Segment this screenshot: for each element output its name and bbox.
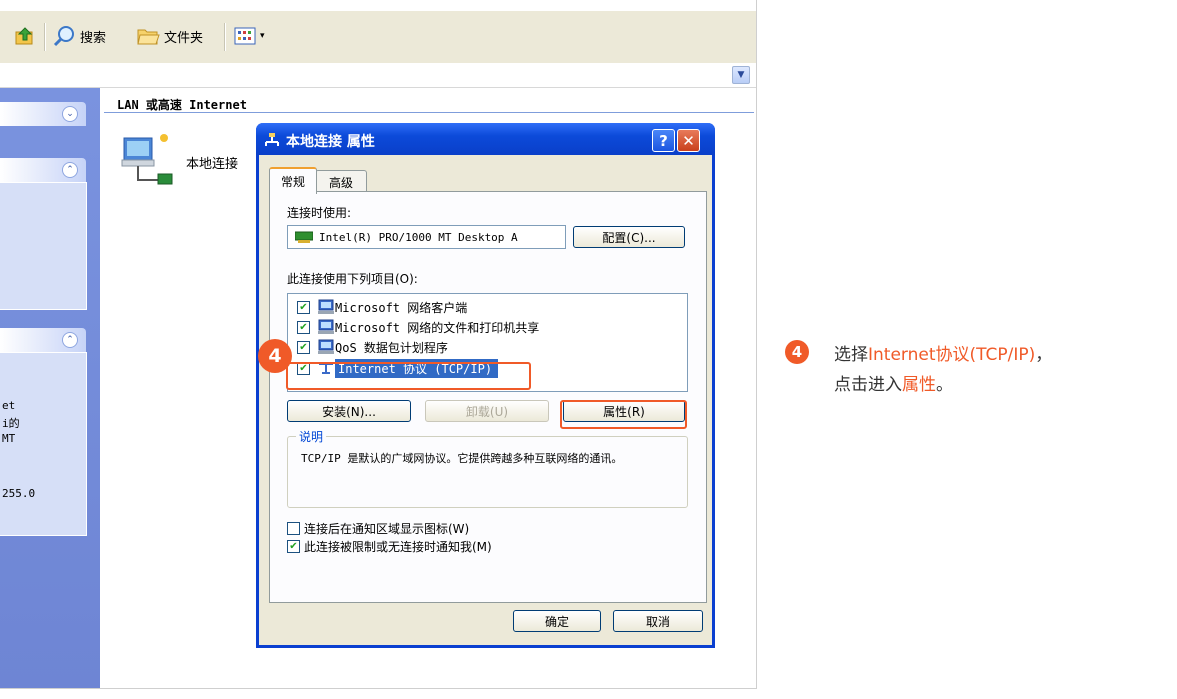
toolbar: 搜索 文件夹 ▾ xyxy=(0,11,756,64)
folder-icon xyxy=(137,29,160,45)
views-button[interactable]: ▾ xyxy=(234,25,265,47)
ok-button[interactable]: 确定 xyxy=(513,610,601,632)
general-tab-panel: 连接时使用: Intel(R) PRO/1000 MT Desktop A 配置… xyxy=(269,191,707,603)
item-label: Microsoft 网络客户端 xyxy=(335,301,468,315)
instruction-highlight: 属性 xyxy=(902,375,936,395)
toolbar-separator xyxy=(224,23,226,51)
connect-using-label: 连接时使用: xyxy=(287,206,352,220)
instruction-punct: 。 xyxy=(936,375,953,395)
network-icon xyxy=(265,133,279,146)
section-heading: LAN 或高速 Internet xyxy=(117,98,247,112)
cancel-button[interactable]: 取消 xyxy=(613,610,703,632)
details-section-header[interactable]: ⌃ xyxy=(0,328,86,352)
search-icon xyxy=(53,26,74,47)
task-section-header[interactable]: ⌄ xyxy=(0,102,86,126)
task-section-body xyxy=(0,182,87,310)
notify-label: 此连接被限制或无连接时通知我(M) xyxy=(304,540,492,554)
instruction-punct: ， xyxy=(1035,345,1053,365)
search-button[interactable]: 搜索 xyxy=(52,25,106,47)
search-label: 搜索 xyxy=(80,30,107,46)
item-label: Microsoft 网络的文件和打印机共享 xyxy=(335,321,540,335)
install-button[interactable]: 安装(N)... xyxy=(287,400,411,422)
highlight-tcpip-item xyxy=(286,362,531,390)
adapter-field: Intel(R) PRO/1000 MT Desktop A xyxy=(287,225,566,249)
instruction-prefix: 选择 xyxy=(834,345,868,365)
item-checkbox[interactable]: ✔ xyxy=(297,301,310,314)
highlight-properties-button xyxy=(560,400,687,429)
expand-chevron-icon[interactable]: ⌃ xyxy=(62,332,78,348)
chevron-down-icon: ▼ xyxy=(737,70,745,80)
expand-chevron-icon[interactable]: ⌃ xyxy=(62,162,78,178)
details-text: et xyxy=(2,399,16,412)
views-icon xyxy=(234,27,256,45)
tab-general[interactable]: 常规 xyxy=(269,167,317,194)
close-button[interactable]: ✕ xyxy=(677,129,700,152)
list-item[interactable]: ✔ Microsoft 网络客户端 xyxy=(288,297,687,317)
uninstall-button: 卸载(U) xyxy=(425,400,549,422)
details-text: i的 xyxy=(2,417,20,430)
description-title: 说明 xyxy=(296,428,327,445)
step-badge: 4 xyxy=(785,340,809,364)
item-label: QoS 数据包计划程序 xyxy=(335,341,448,355)
show-icon-option[interactable]: 连接后在通知区域显示图标(W) xyxy=(287,520,469,537)
step-badge: 4 xyxy=(258,339,292,373)
instruction-line-2: 点击进入属性。 xyxy=(834,370,1052,400)
details-section-body: et i的 MT 255.0 xyxy=(0,352,87,536)
task-section-header[interactable]: ⌃ xyxy=(0,158,86,182)
tab-advanced[interactable]: 高级 xyxy=(315,170,367,193)
show-icon-checkbox[interactable] xyxy=(287,522,300,535)
instruction-prefix: 点击进入 xyxy=(834,375,902,395)
task-pane: ⌄ ⌃ ⌃ et i的 MT 255.0 xyxy=(0,88,100,688)
client-icon xyxy=(318,299,334,314)
list-item[interactable]: ✔ Microsoft 网络的文件和打印机共享 xyxy=(288,317,687,337)
connection-label[interactable]: 本地连接 xyxy=(186,153,238,172)
item-checkbox[interactable]: ✔ xyxy=(297,321,310,334)
details-text: 255.0 xyxy=(2,487,36,500)
network-connection-icon[interactable] xyxy=(118,132,180,192)
up-folder-icon xyxy=(15,27,33,45)
folders-label: 文件夹 xyxy=(164,30,204,46)
toolbar-separator xyxy=(44,23,46,51)
notify-checkbox[interactable]: ✔ xyxy=(287,540,300,553)
divider xyxy=(104,112,754,113)
item-checkbox[interactable]: ✔ xyxy=(297,341,310,354)
help-button[interactable]: ? xyxy=(652,129,675,152)
notify-option[interactable]: ✔ 此连接被限制或无连接时通知我(M) xyxy=(287,538,492,555)
list-item[interactable]: ✔ QoS 数据包计划程序 xyxy=(288,337,687,357)
configure-button[interactable]: 配置(C)... xyxy=(573,226,685,248)
instruction-text: 选择Internet协议(TCP/IP)， 点击进入属性。 xyxy=(834,340,1052,400)
up-folder-button[interactable] xyxy=(14,25,36,47)
show-icon-label: 连接后在通知区域显示图标(W) xyxy=(304,522,470,536)
folders-button[interactable]: 文件夹 xyxy=(136,25,203,47)
details-text: MT xyxy=(2,432,16,445)
file-sharing-icon xyxy=(318,319,334,334)
collapse-chevron-icon[interactable]: ⌄ xyxy=(62,106,78,122)
dialog-titlebar[interactable]: 本地连接 属性 ? ✕ xyxy=(256,123,715,155)
items-label: 此连接使用下列项目(O): xyxy=(287,272,418,286)
adapter-name: Intel(R) PRO/1000 MT Desktop A xyxy=(319,230,518,244)
dialog-title: 本地连接 属性 xyxy=(286,134,375,150)
address-bar[interactable]: ▼ xyxy=(0,63,756,88)
qos-icon xyxy=(318,339,334,354)
dropdown-arrow-icon: ▾ xyxy=(260,31,265,41)
address-dropdown-button[interactable]: ▼ xyxy=(732,66,750,84)
description-text: TCP/IP 是默认的广域网协议。它提供跨越多种互联网络的通讯。 xyxy=(301,452,623,465)
network-card-icon xyxy=(295,231,313,243)
description-group xyxy=(287,436,688,508)
instruction-highlight: Internet协议(TCP/IP) xyxy=(868,345,1036,365)
instruction-line-1: 选择Internet协议(TCP/IP)， xyxy=(834,340,1052,370)
